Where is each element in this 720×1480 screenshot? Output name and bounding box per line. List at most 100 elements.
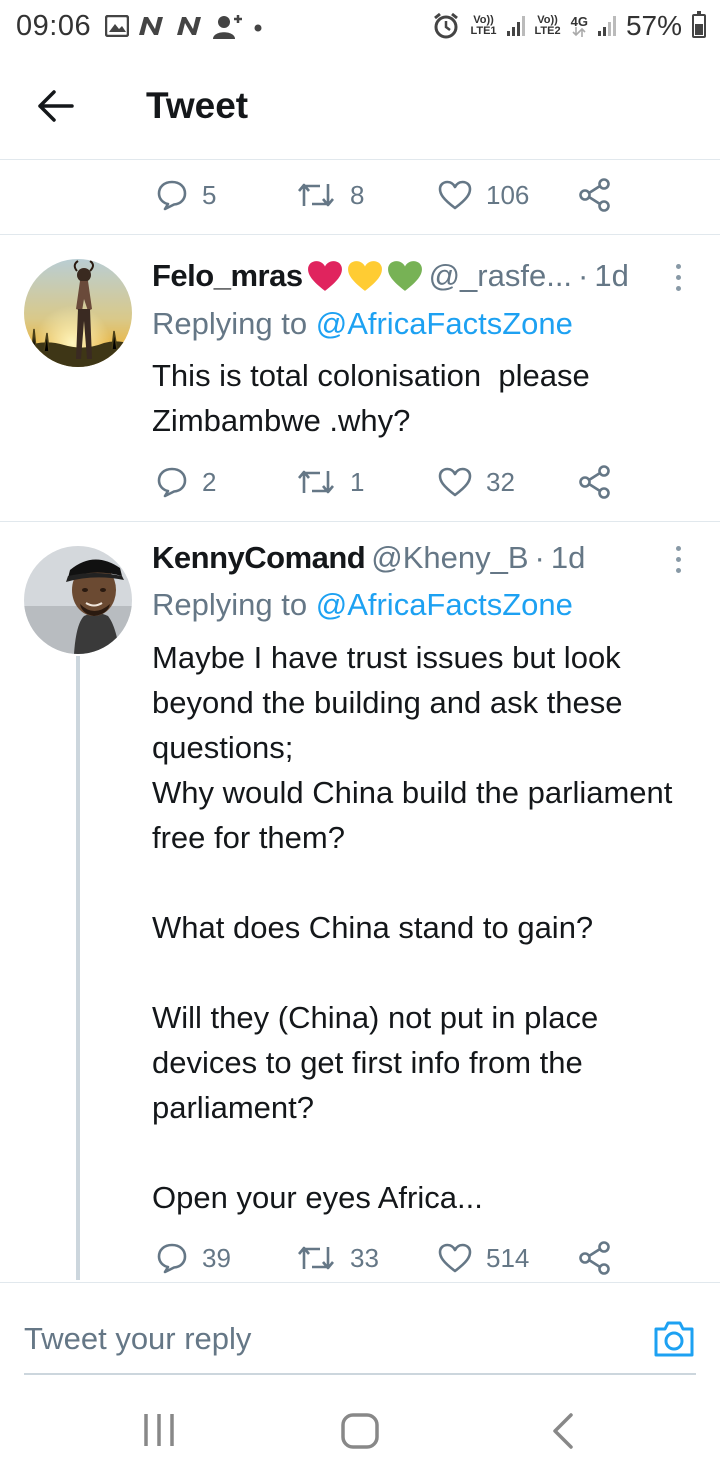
more-options-button[interactable] [676,264,684,291]
retweet-button[interactable]: 1 [296,457,364,507]
separator-dot: · [578,258,589,293]
share-icon [579,178,610,212]
like-button[interactable]: 32 [438,457,515,507]
green-heart-icon [387,261,422,291]
battery-percent: 57% [625,10,682,41]
tweet-time: 1d [550,540,586,575]
avatar[interactable] [24,259,132,367]
heart-icon [438,180,472,210]
gallery-icon [105,15,130,37]
share-icon [579,1241,610,1275]
retweet-button[interactable]: 33 [296,1233,379,1283]
reply-button[interactable]: 2 [156,457,216,507]
reply-count: 2 [202,466,217,497]
share-icon [579,465,610,499]
n-app-icon [139,17,164,35]
heart-icon [438,1243,472,1273]
user-handle: @_rasfe... [428,258,573,293]
back-nav-button[interactable] [550,1412,576,1455]
add-user-icon [213,15,243,39]
reply-icon [157,1243,187,1274]
n-app-icon [177,17,202,35]
app-header: Tweet [0,52,720,160]
alarm-icon [434,12,459,39]
camera-icon [654,1321,694,1357]
like-count: 32 [486,466,515,497]
replying-to: Replying to @AfricaFactsZone [152,587,573,623]
divider [0,521,720,522]
share-button[interactable] [578,1233,612,1283]
reply-button[interactable]: 5 [156,170,216,220]
battery-icon [692,11,706,38]
reply-icon [157,467,187,498]
recent-apps-icon [144,1414,174,1446]
separator-dot: · [534,540,545,575]
replying-prefix: Replying to [152,587,308,622]
display-name[interactable]: KennyComand [152,540,366,576]
divider [0,234,720,235]
reply-composer [24,1305,696,1375]
camera-button[interactable] [652,1319,696,1359]
retweet-count: 8 [350,179,365,210]
retweet-icon [298,1246,334,1270]
replying-prefix: Replying to [152,306,308,341]
back-button[interactable] [0,52,110,160]
thread-line [76,656,80,1280]
sim2-label: Vo)) LTE2 [534,14,561,37]
like-count: 514 [486,1242,530,1273]
sim2-signal-icon [597,16,616,36]
share-button[interactable] [578,170,612,220]
tweet-text: This is total colonisation please Zimbam… [152,358,599,438]
avatar-image [24,259,132,367]
chevron-left-icon [553,1413,573,1449]
display-name[interactable]: Felo_mras [152,258,303,294]
reply-count: 39 [202,1242,231,1273]
retweet-button[interactable]: 8 [296,170,364,220]
status-bar: 09:06 Vo)) LTE1 Vo)) LTE2 4G 57% [0,0,720,52]
tweet-text: Maybe I have trust issues but look beyon… [152,640,673,1215]
tweet-time: 1d [594,258,629,293]
status-time: 09:06 [16,9,92,42]
reply-1-actions: 2 1 32 [0,457,720,507]
home-button[interactable] [340,1412,380,1455]
yellow-heart-icon [347,261,382,291]
home-icon [341,1413,379,1449]
sim1-label: Vo)) LTE1 [470,14,497,37]
like-button[interactable]: 514 [438,1233,529,1283]
replying-to-link[interactable]: @AfricaFactsZone [316,587,573,622]
divider [0,1282,720,1283]
replying-to-link[interactable]: @AfricaFactsZone [316,306,573,341]
page-title: Tweet [146,84,249,126]
retweet-count: 33 [350,1242,379,1273]
share-button[interactable] [578,457,612,507]
network-type: 4G [571,15,588,37]
like-count: 106 [486,179,530,210]
reply-input[interactable] [24,1321,584,1357]
dot-icon [254,24,262,32]
retweet-icon [298,183,334,207]
more-options-button[interactable] [676,546,684,573]
emoji-hearts [307,260,423,292]
retweet-count: 1 [350,466,365,497]
retweet-icon [298,470,334,494]
tweet-header: Felo_mras @_rasfe... · 1d [152,258,629,294]
arrow-left-icon [38,89,74,122]
recent-apps-button[interactable] [142,1412,176,1453]
replying-to: Replying to @AfricaFactsZone [152,306,573,342]
avatar-image [24,546,132,654]
reply-count: 5 [202,179,217,210]
main-tweet-actions: 5 8 106 [0,170,720,220]
notification-icons [105,13,263,39]
reply-button[interactable]: 39 [156,1233,231,1283]
like-button[interactable]: 106 [438,170,529,220]
heart-icon [438,467,472,497]
red-heart-icon [307,261,342,291]
avatar[interactable] [24,546,132,654]
status-right: Vo)) LTE1 Vo)) LTE2 4G 57% [432,10,706,42]
reply-2-actions: 39 33 514 [0,1233,720,1283]
user-handle: @Kheny_B [371,540,529,575]
sim1-signal-icon [506,16,525,36]
tweet-header: KennyComand @Kheny_B · 1d [152,540,585,576]
data-transfer-icon [572,26,586,37]
system-nav-bar [0,1390,720,1480]
